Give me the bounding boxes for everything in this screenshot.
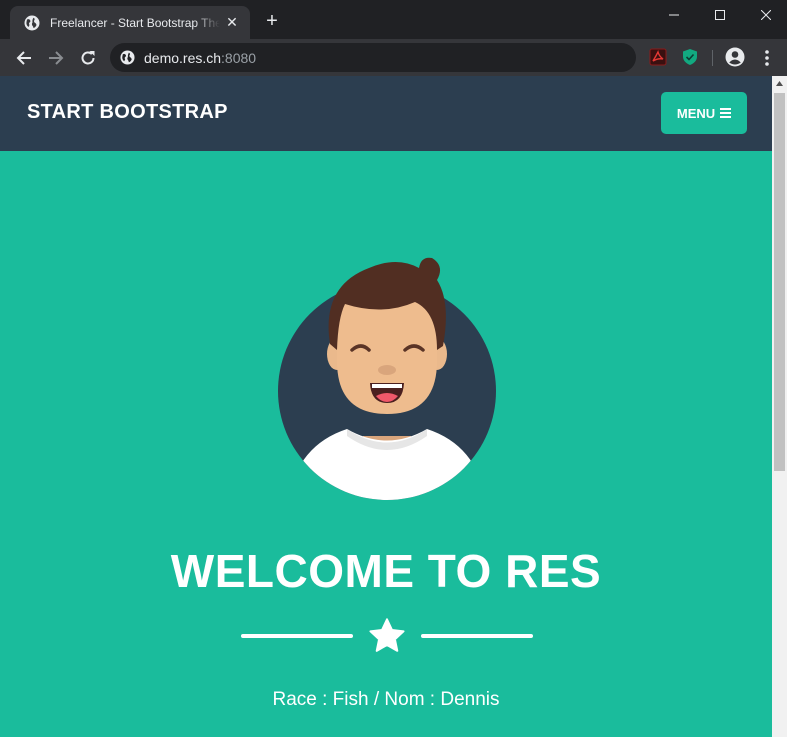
page-viewport: START BOOTSTRAP MENU WELCOME TO RES Race… — [0, 76, 772, 737]
browser-tab[interactable]: Freelancer - Start Bootstrap Theme ✕ — [10, 6, 250, 39]
globe-icon — [24, 15, 40, 30]
browser-tabstrip: Freelancer - Start Bootstrap Theme ✕ + — [0, 0, 787, 39]
star-icon — [369, 618, 405, 652]
new-tab-button[interactable]: + — [262, 11, 282, 31]
kebab-menu-icon[interactable] — [760, 48, 774, 68]
minimize-icon — [669, 14, 679, 16]
scroll-up-button[interactable] — [772, 76, 787, 91]
back-button[interactable] — [13, 47, 35, 69]
browser-toolbar: demo.res.ch:8080 — [0, 39, 787, 76]
masthead-subheading: Race : Fish / Nom : Dennis — [272, 689, 500, 710]
close-icon — [761, 10, 771, 20]
url-host: demo.res.ch — [144, 49, 222, 66]
hamburger-icon — [720, 108, 732, 118]
menu-button[interactable]: MENU — [661, 92, 747, 134]
url-port: :8080 — [221, 49, 257, 66]
divider-line-right — [421, 634, 533, 638]
globe-icon — [120, 50, 135, 65]
menu-button-label: MENU — [676, 105, 716, 121]
scrollbar-thumb[interactable] — [774, 93, 785, 471]
arrow-left-icon — [16, 51, 31, 65]
window-close-button[interactable] — [743, 0, 787, 30]
site-navbar: START BOOTSTRAP MENU — [0, 76, 772, 151]
scroll-up-icon — [776, 81, 783, 86]
navbar-brand[interactable]: START BOOTSTRAP — [27, 101, 228, 124]
pdf-extension-icon[interactable] — [649, 48, 667, 66]
page-scrollbar[interactable] — [772, 76, 787, 737]
avatar-image — [278, 257, 496, 500]
window-minimize-button[interactable] — [651, 0, 697, 30]
shield-extension-icon[interactable] — [681, 48, 699, 66]
reload-button[interactable] — [77, 47, 99, 69]
maximize-icon — [715, 10, 725, 20]
address-bar[interactable]: demo.res.ch:8080 — [110, 43, 636, 72]
forward-button[interactable] — [45, 47, 67, 69]
profile-icon[interactable] — [725, 47, 745, 67]
tab-title: Freelancer - Start Bootstrap Theme — [50, 15, 220, 30]
toolbar-separator — [712, 50, 713, 66]
window-maximize-button[interactable] — [697, 0, 743, 30]
divider-line-left — [241, 634, 353, 638]
arrow-right-icon — [49, 51, 64, 65]
masthead-heading: WELCOME TO RES — [170, 545, 602, 597]
reload-icon — [81, 51, 95, 65]
tab-close-icon[interactable]: ✕ — [224, 14, 240, 31]
